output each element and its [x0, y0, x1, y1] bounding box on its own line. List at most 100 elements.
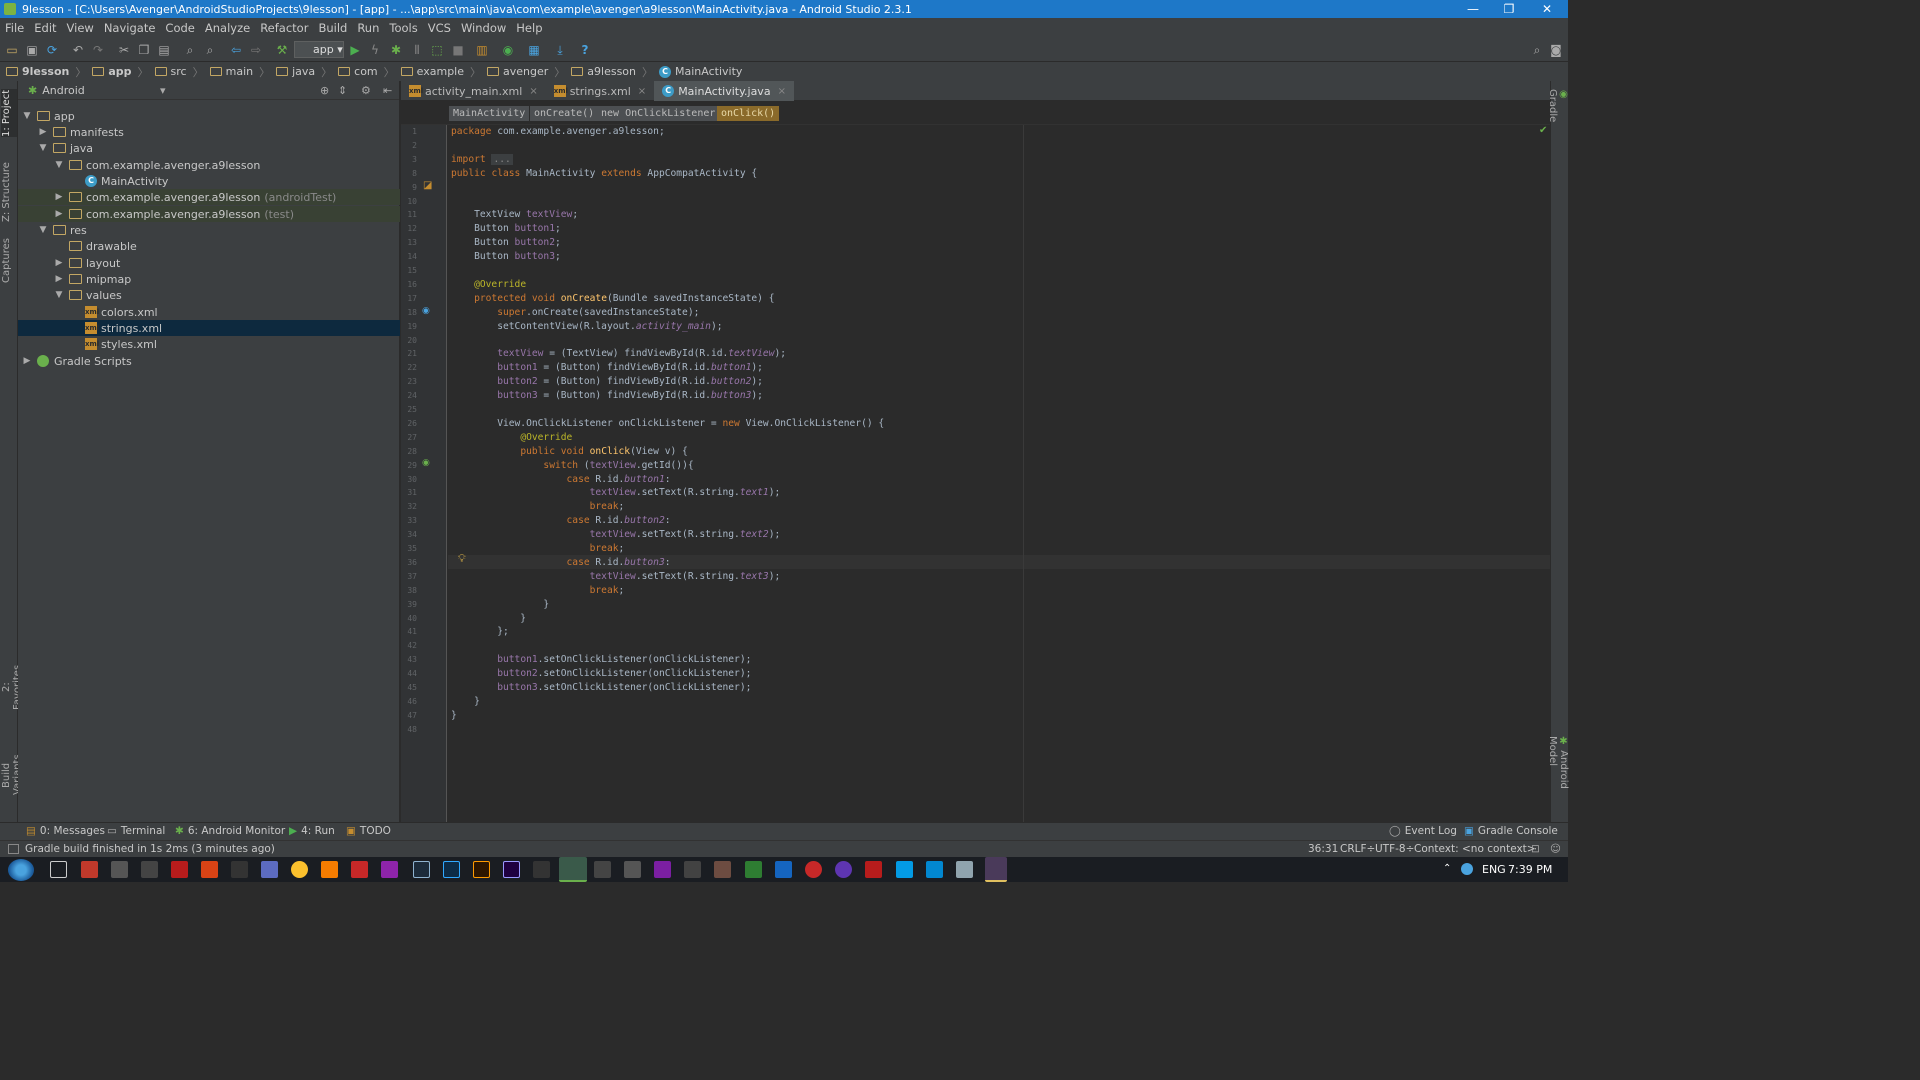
lock-icon[interactable]: ⊡	[1531, 843, 1540, 855]
chrome-icon[interactable]	[291, 861, 308, 878]
caret-position[interactable]: 36:31	[1308, 843, 1338, 855]
app-icon[interactable]	[533, 861, 550, 878]
crumb-main[interactable]: main 〉	[209, 64, 270, 80]
tray-expand-icon[interactable]: ⌃	[1443, 863, 1451, 874]
tree-item[interactable]: ▶ Gradle Scripts	[18, 353, 400, 369]
override-gutter-icon[interactable]: ◉	[422, 458, 430, 468]
sync-icon[interactable]: ⟳	[44, 42, 60, 58]
menu-analyze[interactable]: Analyze	[200, 21, 255, 35]
crumb-a9lesson[interactable]: a9lesson 〉	[571, 64, 653, 80]
collapsed-arrow-icon[interactable]: ▶	[53, 192, 65, 202]
app-icon[interactable]	[956, 861, 973, 878]
tool-android-monitor[interactable]: ✱ 6: Android Monitor	[175, 825, 285, 837]
project-view-select[interactable]: Android	[42, 84, 85, 97]
close-tab-icon[interactable]: ×	[638, 86, 646, 97]
lightbulb-icon[interactable]: 💡︎	[458, 552, 466, 566]
start-button[interactable]	[8, 859, 34, 881]
tree-item[interactable]: ▼ values	[18, 287, 400, 303]
crumb-example[interactable]: example 〉	[400, 64, 481, 80]
tool-tab-android-model[interactable]: ✱ Android Model	[1547, 736, 1569, 810]
avd-manager-icon[interactable]: ▥	[474, 42, 490, 58]
tree-item[interactable]: drawable	[18, 238, 400, 254]
collapse-all-icon[interactable]: ⇕	[338, 84, 347, 97]
run-config-select[interactable]: app ▾	[294, 41, 344, 58]
tree-item[interactable]: ▼ java	[18, 140, 400, 156]
expanded-arrow-icon[interactable]: ▼	[53, 290, 65, 300]
app-icon[interactable]	[624, 861, 641, 878]
app-icon[interactable]	[865, 861, 882, 878]
tree-item[interactable]: ▶ mipmap	[18, 271, 400, 287]
android-studio-taskbar-icon[interactable]	[559, 857, 587, 882]
menu-help[interactable]: Help	[511, 21, 547, 35]
tool-terminal[interactable]: ▭ Terminal	[107, 825, 165, 837]
app-icon[interactable]	[684, 861, 701, 878]
tree-item[interactable]: ▶ layout	[18, 255, 400, 271]
stop-icon[interactable]: ■	[450, 42, 466, 58]
dropdown-arrow-icon[interactable]: ▾	[160, 84, 166, 97]
app-icon[interactable]	[111, 861, 128, 878]
collapsed-arrow-icon[interactable]: ▶	[37, 127, 49, 137]
inspector-icon[interactable]: ☺	[1550, 843, 1561, 855]
illustrator-icon[interactable]	[473, 861, 490, 878]
lightroom-icon[interactable]	[413, 861, 430, 878]
open-folder-icon[interactable]: ▭	[4, 42, 20, 58]
menu-edit[interactable]: Edit	[29, 21, 61, 35]
minimize-button[interactable]: —	[1455, 0, 1491, 18]
photoshop-icon[interactable]	[443, 861, 460, 878]
crumb-java[interactable]: java 〉	[276, 64, 332, 80]
clock[interactable]: 7:39 PM	[1508, 863, 1552, 876]
redo-icon[interactable]: ↷	[90, 42, 106, 58]
tool-tab-build-variants[interactable]: Build Variants	[1, 741, 23, 809]
tool-todo[interactable]: ▣ TODO	[346, 825, 391, 837]
crumb-avenger[interactable]: avenger 〉	[487, 64, 565, 80]
tab-activity-main-xml[interactable]: xml activity_main.xml ×	[401, 81, 546, 101]
tree-item[interactable]: ▶ com.example.avenger.a9lesson (test)	[18, 206, 400, 222]
app-icon[interactable]	[261, 861, 278, 878]
tool-tab-project[interactable]: 1: Project	[1, 89, 17, 137]
expanded-arrow-icon[interactable]: ▼	[37, 143, 49, 153]
network-icon[interactable]	[1461, 863, 1473, 875]
expanded-arrow-icon[interactable]: ▼	[53, 160, 65, 170]
copy-icon[interactable]: ❐	[136, 42, 152, 58]
cut-icon[interactable]: ✂	[116, 42, 132, 58]
status-message[interactable]: Gradle build finished in 1s 2ms (3 minut…	[25, 843, 275, 855]
app-icon[interactable]	[805, 861, 822, 878]
eb-oncreate[interactable]: onCreate()	[530, 106, 599, 121]
sdk-manager-icon[interactable]: ⤓	[552, 42, 568, 58]
run-icon[interactable]: ▶	[347, 42, 363, 58]
app-icon[interactable]	[81, 861, 98, 878]
crumb-com[interactable]: com 〉	[338, 64, 395, 80]
app-icon[interactable]	[351, 861, 368, 878]
app-icon[interactable]	[745, 861, 762, 878]
profile-icon[interactable]: ⫴	[409, 42, 425, 58]
app-icon[interactable]	[775, 861, 792, 878]
tool-tab-structure[interactable]: Z: Structure	[1, 161, 17, 223]
close-tab-icon[interactable]: ×	[529, 86, 537, 97]
activity-gutter-icon[interactable]: ◪	[423, 180, 432, 191]
eb-onclick[interactable]: onClick()	[717, 106, 780, 121]
tool-tab-favorites[interactable]: 2: Favorites	[1, 659, 23, 715]
tree-item[interactable]: xml styles.xml	[18, 336, 400, 352]
input-language[interactable]: ENG	[1482, 863, 1506, 876]
menu-view[interactable]: View	[62, 21, 99, 35]
make-project-icon[interactable]: ⚒	[274, 42, 290, 58]
eb-new-onclicklistener[interactable]: new OnClickListener	[597, 106, 720, 121]
close-tab-icon[interactable]: ×	[778, 86, 786, 97]
tree-item[interactable]: xml strings.xml	[18, 320, 400, 336]
tab-mainactivity-java[interactable]: C MainActivity.java ×	[654, 81, 794, 101]
context-indicator[interactable]: Context: <no context>	[1414, 843, 1536, 855]
tree-item[interactable]: ▼ com.example.avenger.a9lesson	[18, 157, 400, 173]
app-icon[interactable]	[714, 861, 731, 878]
code-editor[interactable]: 1 2 3 8 9 10 11 12 13 14 15 16 17 18 19 20 21 22 23 24 25 26 2…	[401, 125, 1550, 822]
attach-debugger-icon[interactable]: ⬚	[429, 42, 445, 58]
crumb-mainactivity[interactable]: C MainActivity	[659, 65, 742, 78]
app-icon[interactable]	[985, 857, 1007, 882]
project-structure-icon[interactable]: ▦	[526, 42, 542, 58]
hide-panel-icon[interactable]: ⇤	[383, 84, 392, 97]
collapsed-arrow-icon[interactable]: ▶	[53, 209, 65, 219]
override-gutter-icon[interactable]: ◉	[422, 306, 430, 316]
app-icon[interactable]	[381, 861, 398, 878]
maximize-button[interactable]: ❐	[1491, 0, 1527, 18]
scroll-from-source-icon[interactable]: ⊕	[320, 84, 329, 97]
tool-run[interactable]: ▶ 4: Run	[289, 825, 335, 837]
